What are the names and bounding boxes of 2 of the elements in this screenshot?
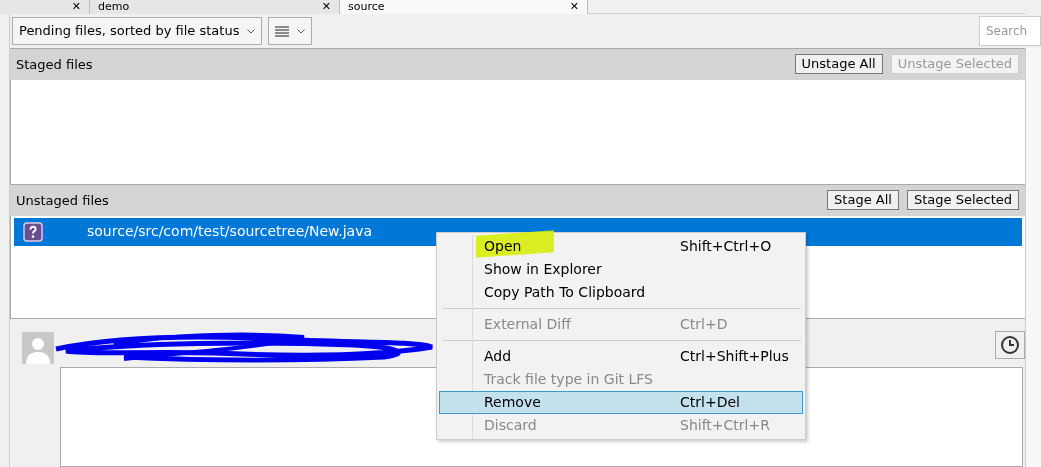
section-title: Staged files xyxy=(16,55,93,74)
section-title: Unstaged files xyxy=(16,191,109,210)
